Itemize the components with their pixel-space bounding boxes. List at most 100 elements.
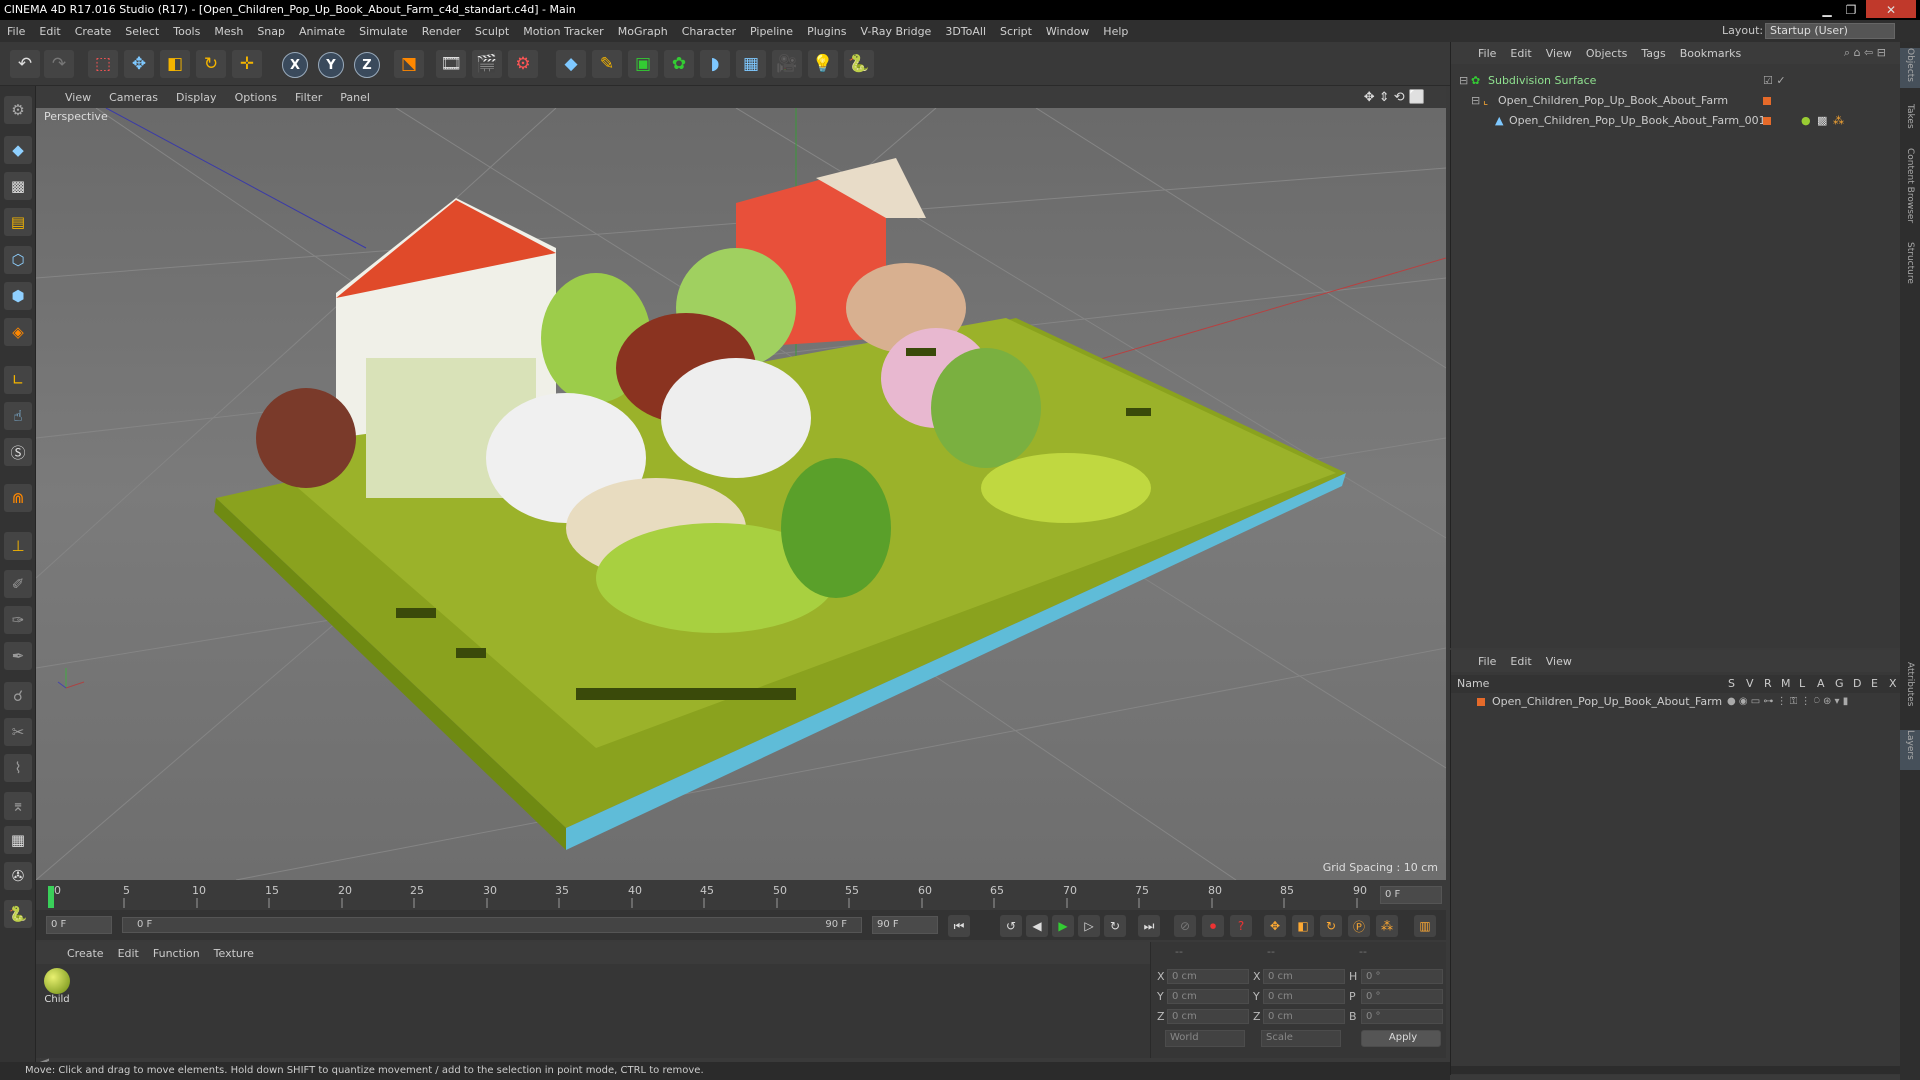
layer-col-m[interactable]: M: [1781, 675, 1791, 693]
menu-script[interactable]: Script: [993, 25, 1039, 38]
polygons-mode-icon[interactable]: ◈: [4, 318, 32, 346]
subdivision-icon[interactable]: ▣: [628, 50, 658, 78]
layer-menu-file[interactable]: File: [1471, 655, 1503, 668]
key-position-icon[interactable]: ✥: [1264, 915, 1286, 937]
smooth-icon[interactable]: ☌: [4, 682, 32, 710]
pos-y-field[interactable]: 0 cm: [1167, 989, 1249, 1004]
extrude-icon[interactable]: ⌆: [4, 792, 32, 820]
move-icon[interactable]: ✥: [124, 50, 154, 78]
tab-objects[interactable]: Objects: [1900, 48, 1920, 88]
menu-mesh[interactable]: Mesh: [207, 25, 250, 38]
size-mode-select[interactable]: Scale: [1261, 1030, 1341, 1047]
apply-button[interactable]: Apply: [1361, 1030, 1441, 1047]
layer-row[interactable]: Open_Children_Pop_Up_Book_About_Farm ● ◉…: [1451, 693, 1901, 711]
tab-content-browser[interactable]: Content Browser: [1900, 148, 1920, 238]
viewport-nav-icons[interactable]: ✥ ⇕ ⟲ ⬜: [1355, 90, 1434, 105]
material-menu-create[interactable]: Create: [60, 947, 111, 960]
y-axis-icon[interactable]: Y: [318, 52, 344, 78]
menu-render[interactable]: Render: [415, 25, 468, 38]
obj-menu-objects[interactable]: Objects: [1579, 47, 1635, 60]
python-icon[interactable]: 🐍: [844, 50, 874, 78]
viewport-menu-cameras[interactable]: Cameras: [100, 91, 167, 104]
spline-pen-icon[interactable]: ✎: [592, 50, 622, 78]
end-frame-field[interactable]: 90 F: [872, 916, 938, 934]
menu-sculpt[interactable]: Sculpt: [468, 25, 516, 38]
obj-menu-view[interactable]: View: [1539, 47, 1579, 60]
obj-menu-tags[interactable]: Tags: [1634, 47, 1672, 60]
scale-icon[interactable]: ◧: [160, 50, 190, 78]
deformer-icon[interactable]: ◗: [700, 50, 730, 78]
menu-simulate[interactable]: Simulate: [352, 25, 415, 38]
close-icon[interactable]: ✕: [1866, 0, 1916, 18]
paint-icon[interactable]: ✑: [4, 606, 32, 634]
menu-edit[interactable]: Edit: [32, 25, 67, 38]
menu-snap[interactable]: Snap: [250, 25, 292, 38]
coordinate-system-icon[interactable]: ⬔: [394, 50, 424, 78]
layout-select[interactable]: Startup (User): [1765, 23, 1895, 39]
phong-tag-icon[interactable]: ⁂: [1833, 112, 1844, 130]
rotate-icon[interactable]: ↻: [196, 50, 226, 78]
timeline-ruler[interactable]: 0 5 10 15 20 25 30 35 40 45 50 55 60 65 …: [36, 880, 1446, 910]
viewport-menu-view[interactable]: View: [56, 91, 100, 104]
redo-icon[interactable]: ↷: [44, 50, 74, 78]
tweak-icon[interactable]: ☝: [4, 402, 32, 430]
layer-menu-view[interactable]: View: [1539, 655, 1579, 668]
light-icon[interactable]: 💡: [808, 50, 838, 78]
solo-icon[interactable]: ⊥: [4, 532, 32, 560]
object-row-subdivision[interactable]: ⊟ ✿ Subdivision Surface ☑ ✓: [1451, 72, 1901, 90]
layer-color-icon[interactable]: [1477, 698, 1485, 706]
menu-window[interactable]: Window: [1039, 25, 1096, 38]
menu-animate[interactable]: Animate: [292, 25, 352, 38]
collapse-icon[interactable]: ⊟: [1459, 72, 1468, 90]
menu-select[interactable]: Select: [118, 25, 166, 38]
magnet-icon[interactable]: ⋒: [4, 484, 32, 512]
previous-frame-icon[interactable]: ◀: [1026, 915, 1048, 937]
start-frame-field[interactable]: 0 F: [46, 916, 112, 934]
render-picture-viewer-icon[interactable]: 🎬: [472, 50, 502, 78]
minimize-icon[interactable]: ▁: [1816, 0, 1838, 18]
key-rotation-icon[interactable]: ↻: [1320, 915, 1342, 937]
key-scale-icon[interactable]: ◧: [1292, 915, 1314, 937]
timeline-window-icon[interactable]: ▥: [1414, 915, 1436, 937]
camera-icon[interactable]: 🎥: [772, 50, 802, 78]
python-script-icon[interactable]: 🐍: [4, 900, 32, 928]
tab-takes[interactable]: Takes: [1900, 104, 1920, 144]
menu-create[interactable]: Create: [68, 25, 119, 38]
layer-col-l[interactable]: L: [1799, 675, 1805, 693]
enabled-check-icon[interactable]: ☑ ✓: [1763, 72, 1786, 90]
render-view-icon[interactable]: 🎞: [436, 50, 466, 78]
obj-menu-bookmarks[interactable]: Bookmarks: [1673, 47, 1748, 60]
go-to-end-icon[interactable]: ⏭: [1138, 915, 1160, 937]
undo-icon[interactable]: ↶: [10, 50, 40, 78]
menu-pipeline[interactable]: Pipeline: [743, 25, 800, 38]
obj-menu-edit[interactable]: Edit: [1503, 47, 1538, 60]
previous-key-icon[interactable]: ↺: [1000, 915, 1022, 937]
menu-file[interactable]: File: [0, 25, 32, 38]
layer-col-s[interactable]: S: [1728, 675, 1735, 693]
menu-motion-tracker[interactable]: Motion Tracker: [516, 25, 610, 38]
viewport-menu-panel[interactable]: Panel: [331, 91, 379, 104]
menu-plugins[interactable]: Plugins: [800, 25, 853, 38]
menu-help[interactable]: Help: [1096, 25, 1135, 38]
floor-icon[interactable]: ▦: [736, 50, 766, 78]
object-row-book-001[interactable]: ▲ Open_Children_Pop_Up_Book_About_Farm_0…: [1451, 112, 1901, 130]
key-pla-icon[interactable]: ⁂: [1376, 915, 1398, 937]
pos-x-field[interactable]: 0 cm: [1167, 969, 1249, 984]
layer-col-e[interactable]: E: [1871, 675, 1878, 693]
model-mode-icon[interactable]: ◆: [4, 136, 32, 164]
material-menu-edit[interactable]: Edit: [111, 947, 146, 960]
layer-col-d[interactable]: D: [1853, 675, 1861, 693]
keyframe-selection-icon[interactable]: ?: [1230, 915, 1252, 937]
menu-vray-bridge[interactable]: V-Ray Bridge: [853, 25, 938, 38]
sculpt-icon[interactable]: ✒: [4, 642, 32, 670]
menu-mograph[interactable]: MoGraph: [611, 25, 675, 38]
rot-h-field[interactable]: 0 °: [1361, 969, 1443, 984]
layer-col-x[interactable]: X: [1889, 675, 1897, 693]
frame-range-slider[interactable]: 0 F 90 F: [122, 917, 862, 933]
snapping-icon[interactable]: Ⓢ: [4, 438, 32, 466]
edges-mode-icon[interactable]: ⬢: [4, 282, 32, 310]
go-to-start-icon[interactable]: ⏮: [948, 915, 970, 937]
viewport-menu-filter[interactable]: Filter: [286, 91, 331, 104]
axis-mode-icon[interactable]: ∟: [4, 366, 32, 394]
layer-col-v[interactable]: V: [1746, 675, 1754, 693]
